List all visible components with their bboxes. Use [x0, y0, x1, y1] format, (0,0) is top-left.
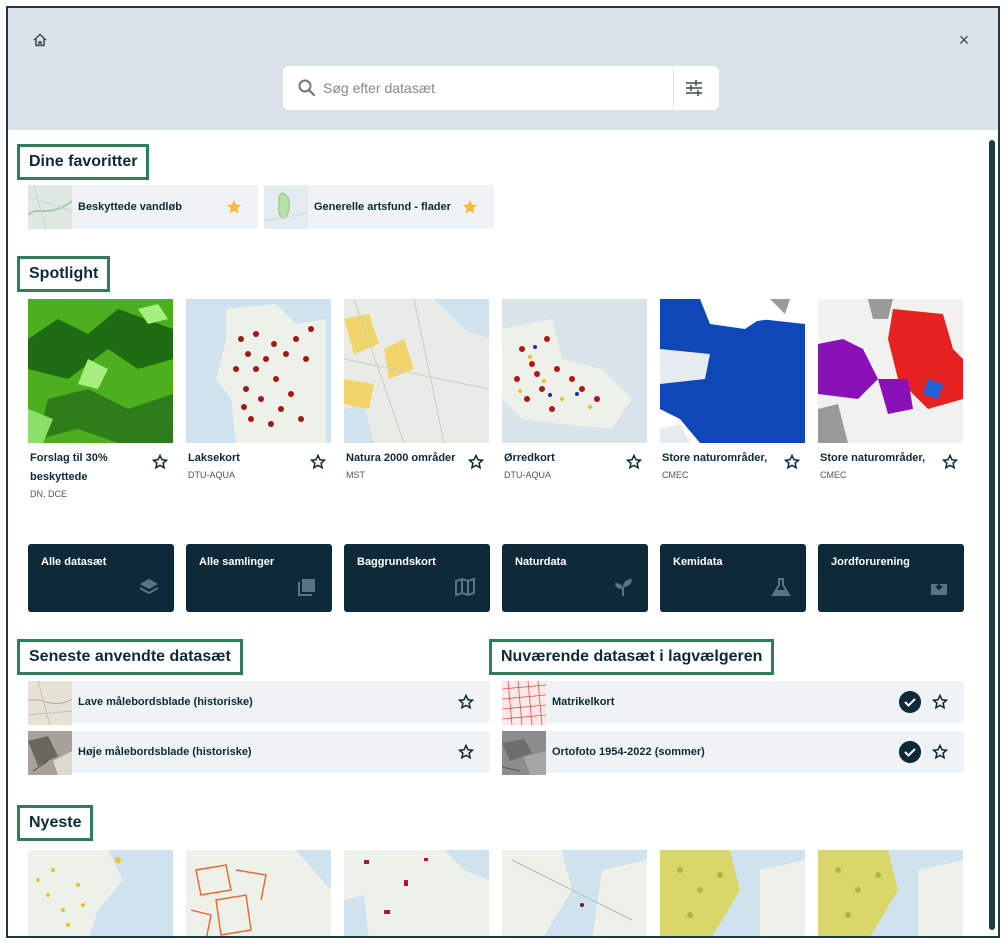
spotlight-card[interactable]: Store naturområder, CMEC [818, 299, 963, 509]
spotlight-org: CMEC [662, 470, 689, 480]
dataset-thumbnail [28, 299, 173, 443]
category-label: Kemidata [673, 556, 723, 568]
star-outline-icon[interactable] [932, 694, 948, 710]
favorites-title: Dine favoritter [17, 144, 150, 180]
spotlight-title: Spotlight [17, 256, 111, 292]
search-bar [283, 66, 719, 110]
dataset-thumbnail [502, 731, 546, 775]
map-icon [455, 577, 475, 597]
category-all-datasets[interactable]: Alle datasæt [28, 544, 174, 612]
newest-dataset-thumbnail[interactable] [344, 850, 489, 938]
dataset-label: Lave målebordsblade (historiske) [78, 696, 253, 708]
star-outline-icon[interactable] [468, 454, 484, 470]
star-outline-icon[interactable] [310, 454, 326, 470]
newest-dataset-thumbnail[interactable] [818, 850, 963, 938]
star-filled-icon[interactable] [226, 199, 242, 215]
search-divider [673, 66, 674, 110]
sprout-icon [615, 579, 632, 596]
favorite-card[interactable]: Beskyttede vandløb [28, 185, 258, 229]
search-input[interactable] [323, 74, 663, 102]
spotlight-org: DTU-AQUA [188, 470, 235, 480]
newest-title: Nyeste [17, 805, 94, 841]
spotlight-title-text: Forslag til 30% beskyttede DN, DCE [30, 449, 142, 501]
category-chemical-data[interactable]: Kemidata [660, 544, 806, 612]
recent-dataset-row[interactable]: Lave målebordsblade (historiske) [28, 681, 490, 725]
favorite-card[interactable]: Generelle artsfund - flader [264, 185, 494, 229]
dataset-thumbnail [28, 681, 72, 725]
sliders-icon[interactable] [683, 78, 705, 98]
spotlight-org: DTU-AQUA [504, 470, 551, 480]
dataset-thumbnail [28, 731, 72, 775]
category-label: Jordforurening [831, 556, 910, 568]
spotlight-title-text: Store naturområder, CMEC [820, 449, 932, 482]
spotlight-card[interactable]: Ørredkort DTU-AQUA [502, 299, 647, 509]
spotlight-org: DN, DCE [30, 489, 68, 499]
close-icon[interactable]: × [954, 30, 974, 50]
newest-dataset-thumbnail[interactable] [660, 850, 805, 938]
star-outline-icon[interactable] [626, 454, 642, 470]
star-outline-icon[interactable] [932, 744, 948, 760]
spotlight-title-text: Ørredkort DTU-AQUA [504, 449, 616, 482]
checkmark-icon[interactable] [899, 741, 921, 763]
spotlight-org: CMEC [820, 470, 847, 480]
star-outline-icon[interactable] [942, 454, 958, 470]
category-label: Naturdata [515, 556, 567, 568]
search-icon [298, 79, 316, 97]
spotlight-title-text: Store naturområder, CMEC [662, 449, 774, 482]
scrollbar[interactable] [989, 134, 995, 934]
spotlight-title-text: Natura 2000 områder MST [346, 449, 458, 482]
favorite-label: Beskyttede vandløb [78, 201, 182, 213]
scrollbar-thumb[interactable] [989, 140, 995, 930]
star-outline-icon[interactable] [458, 694, 474, 710]
current-layers-title: Nuværende datasæt i lagvælgeren [489, 639, 775, 675]
dataset-thumbnail [344, 299, 489, 443]
flask-icon [771, 578, 791, 596]
category-nature-data[interactable]: Naturdata [502, 544, 648, 612]
collection-icon [298, 579, 315, 596]
dataset-thumbnail [28, 185, 72, 229]
dataset-thumbnail [502, 681, 546, 725]
star-outline-icon[interactable] [784, 454, 800, 470]
home-icon[interactable] [32, 32, 48, 48]
newest-dataset-thumbnail[interactable] [186, 850, 331, 938]
spotlight-org: MST [346, 470, 365, 480]
header: × [8, 8, 998, 130]
spotlight-card[interactable]: Natura 2000 områder MST [344, 299, 489, 509]
recent-title: Seneste anvendte datasæt [17, 639, 243, 675]
category-soil-contamination[interactable]: Jordforurening [818, 544, 964, 612]
category-label: Alle datasæt [41, 556, 107, 568]
dataset-thumbnail [818, 299, 963, 443]
dataset-thumbnail [186, 299, 331, 443]
dataset-label: Høje målebordsblade (historiske) [78, 746, 252, 758]
category-label: Baggrundskort [357, 556, 436, 568]
current-dataset-row[interactable]: Ortofoto 1954-2022 (sommer) [502, 731, 964, 775]
spotlight-card[interactable]: Laksekort DTU-AQUA [186, 299, 331, 509]
dataset-thumbnail [660, 299, 805, 443]
dataset-browser-window: × Dine favoritter [6, 6, 1000, 938]
dataset-label: Matrikelkort [552, 696, 615, 708]
dataset-label: Ortofoto 1954-2022 (sommer) [552, 746, 705, 758]
spotlight-title-text: Laksekort DTU-AQUA [188, 449, 300, 482]
favorite-label: Generelle artsfund - flader [314, 201, 451, 213]
spotlight-card[interactable]: Forslag til 30% beskyttede DN, DCE [28, 299, 173, 509]
current-dataset-row[interactable]: Matrikelkort [502, 681, 964, 725]
star-outline-icon[interactable] [152, 454, 168, 470]
recent-dataset-row[interactable]: Høje målebordsblade (historiske) [28, 731, 490, 775]
category-all-collections[interactable]: Alle samlinger [186, 544, 332, 612]
newest-dataset-thumbnail[interactable] [502, 850, 647, 938]
star-outline-icon[interactable] [458, 744, 474, 760]
checkmark-icon[interactable] [899, 691, 921, 713]
dataset-thumbnail [264, 185, 308, 229]
spotlight-card[interactable]: Store naturområder, CMEC [660, 299, 805, 509]
category-background-maps[interactable]: Baggrundskort [344, 544, 490, 612]
layers-icon [139, 579, 159, 595]
soil-icon [931, 579, 947, 595]
star-filled-icon[interactable] [462, 199, 478, 215]
category-label: Alle samlinger [199, 556, 275, 568]
dataset-thumbnail [502, 299, 647, 443]
newest-dataset-thumbnail[interactable] [28, 850, 173, 938]
